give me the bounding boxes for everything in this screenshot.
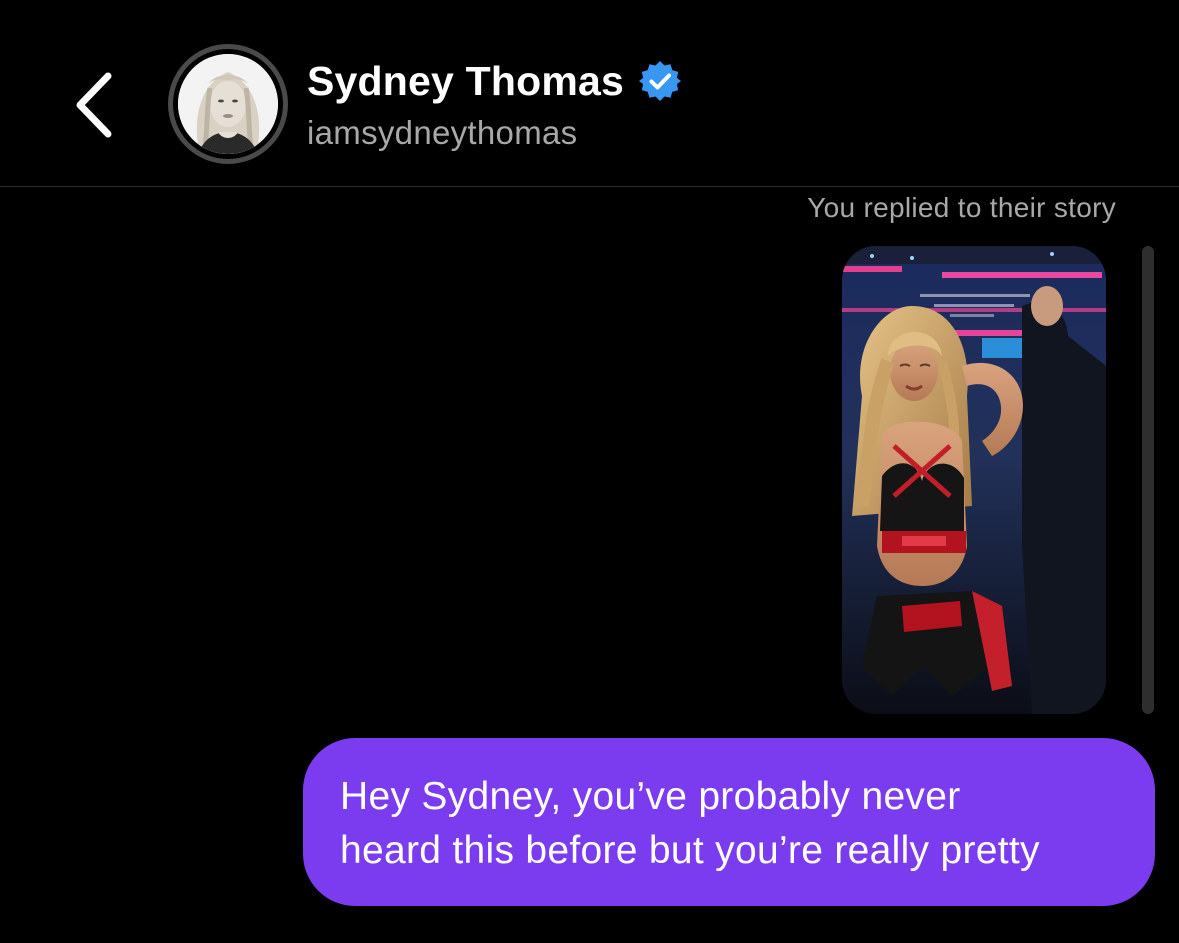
avatar-photo [178,54,278,154]
contact-handle[interactable]: iamsydneythomas [307,114,577,152]
back-button[interactable] [60,60,130,150]
message-bubble[interactable]: Hey Sydney, you’ve probably never heard … [303,738,1155,906]
header-divider [0,186,1179,187]
chevron-left-icon [76,72,112,138]
story-image [842,246,1106,714]
contact-name[interactable]: Sydney Thomas [307,58,624,105]
scrollbar[interactable] [1142,246,1154,714]
avatar[interactable] [178,54,278,154]
thread-header: Sydney Thomas iamsydneythomas [0,0,1179,187]
story-reply-note: You replied to their story [807,192,1116,223]
contact-name-row[interactable]: Sydney Thomas [307,56,682,106]
dm-thread-screen: Sydney Thomas iamsydneythomas You replie… [0,0,1179,943]
message-line: heard this before but you’re really pret… [340,829,1040,872]
story-thumbnail[interactable] [842,246,1106,714]
message-line: Hey Sydney, you’ve probably never [340,775,961,818]
verified-badge-icon [639,61,682,101]
